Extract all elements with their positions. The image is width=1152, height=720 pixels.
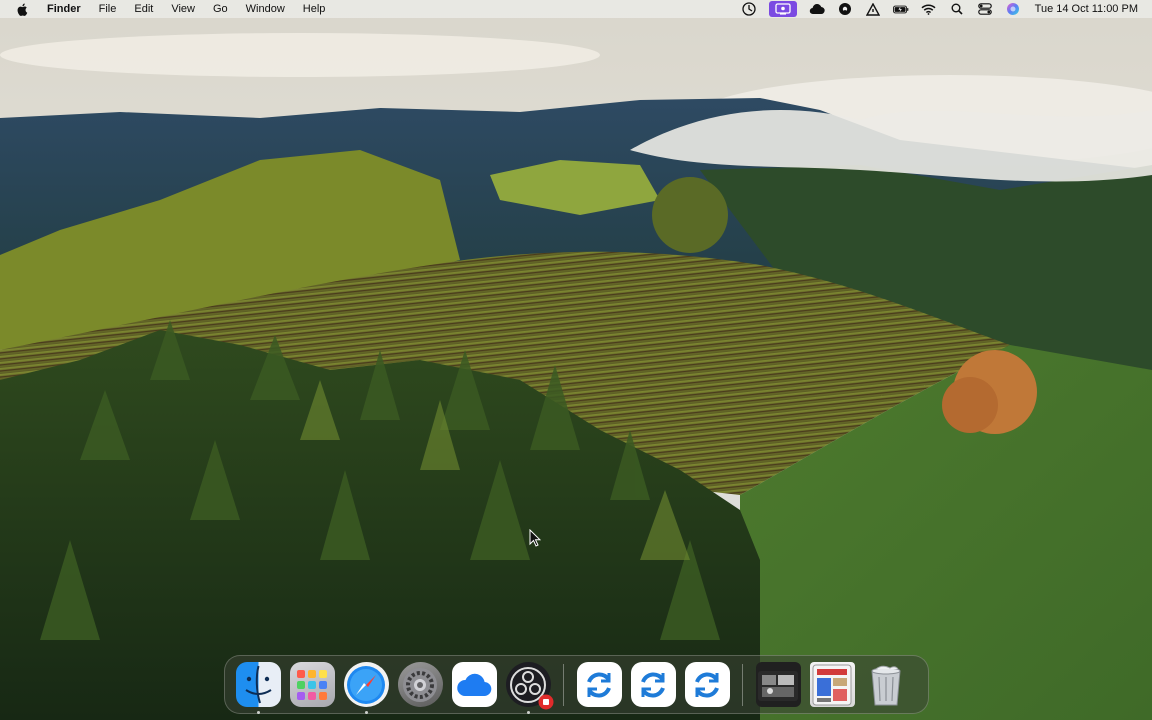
menu-file[interactable]: File bbox=[90, 0, 126, 18]
preview-stack-icon[interactable] bbox=[809, 662, 855, 707]
gear-icon[interactable] bbox=[397, 662, 443, 707]
obs-icon[interactable] bbox=[505, 662, 553, 714]
dock-separator bbox=[742, 663, 743, 706]
safari-icon[interactable] bbox=[343, 662, 389, 714]
screen-recording-icon[interactable] bbox=[768, 1, 797, 17]
sync-icon[interactable] bbox=[684, 662, 730, 707]
dock bbox=[224, 655, 929, 714]
drive-icon[interactable] bbox=[865, 2, 881, 16]
podcast-icon[interactable] bbox=[837, 2, 853, 16]
mouse-cursor-icon bbox=[529, 528, 542, 552]
menu-help[interactable]: Help bbox=[294, 0, 335, 18]
siri-icon[interactable] bbox=[1005, 2, 1021, 16]
search-icon[interactable] bbox=[949, 2, 965, 16]
menu-bar: Finder File Edit View Go Window Help Tue… bbox=[0, 0, 1152, 18]
wifi-icon[interactable] bbox=[921, 2, 937, 16]
dock-separator bbox=[563, 663, 564, 706]
menu-view[interactable]: View bbox=[162, 0, 204, 18]
screen-time-icon[interactable] bbox=[741, 2, 757, 16]
menu-bar-left: Finder File Edit View Go Window Help bbox=[0, 0, 334, 18]
menu-window[interactable]: Window bbox=[237, 0, 294, 18]
finder-icon[interactable] bbox=[235, 662, 281, 714]
cloud-icon[interactable] bbox=[451, 662, 497, 707]
menu-app-name[interactable]: Finder bbox=[38, 0, 90, 18]
desktop-wallpaper bbox=[0, 0, 1152, 720]
menu-bar-right: Tue 14 Oct 11:00 PM bbox=[735, 0, 1152, 18]
battery-icon[interactable] bbox=[892, 2, 909, 16]
menu-go[interactable]: Go bbox=[204, 0, 237, 18]
sync-icon[interactable] bbox=[576, 662, 622, 707]
menu-bar-clock[interactable]: Tue 14 Oct 11:00 PM bbox=[1027, 3, 1152, 15]
sync-icon[interactable] bbox=[630, 662, 676, 707]
control-center-icon[interactable] bbox=[977, 2, 993, 16]
launchpad-icon[interactable] bbox=[289, 662, 335, 707]
folder-stack-icon[interactable] bbox=[755, 662, 801, 707]
creative-cloud-icon[interactable] bbox=[809, 2, 825, 16]
trash-icon[interactable] bbox=[864, 662, 909, 707]
menu-edit[interactable]: Edit bbox=[125, 0, 162, 18]
apple-logo-icon[interactable] bbox=[15, 2, 29, 16]
